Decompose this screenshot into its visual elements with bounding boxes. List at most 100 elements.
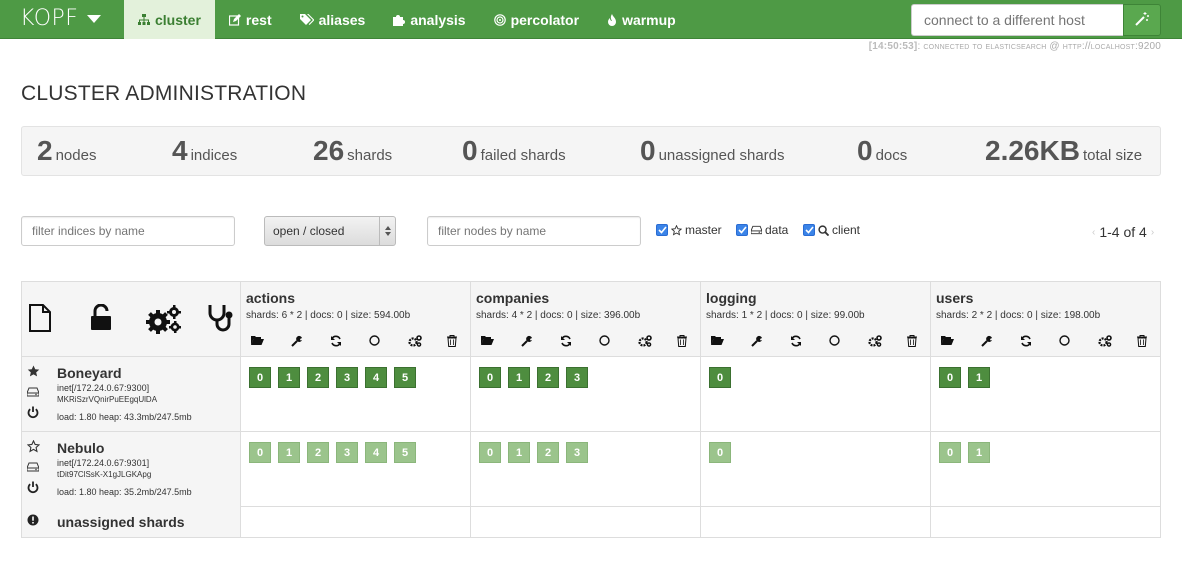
data-checkbox[interactable] (736, 224, 748, 236)
prev-page-icon[interactable]: ‹ (1092, 227, 1095, 238)
unassigned-row: unassigned shards (22, 506, 1160, 537)
refresh-icon[interactable] (790, 335, 802, 347)
cogs-icon[interactable] (408, 335, 422, 347)
node-name[interactable]: Boneyard (57, 365, 122, 381)
index-name[interactable]: logging (706, 290, 757, 306)
index-name[interactable]: companies (476, 290, 549, 306)
stat-unassigned-shards: 0 unassigned shards (640, 135, 785, 166)
circle-icon[interactable] (829, 335, 840, 346)
wrench-icon[interactable] (291, 335, 303, 347)
replica-shard[interactable]: 0 (709, 442, 731, 463)
primary-shard[interactable]: 0 (479, 367, 501, 388)
primary-shard[interactable]: 2 (537, 367, 559, 388)
shard-cell: 0 (701, 357, 931, 431)
host-connect (911, 4, 1161, 36)
tags-icon (299, 13, 314, 26)
host-input[interactable] (911, 4, 1123, 36)
nav-rest[interactable]: rest (215, 0, 286, 39)
unassigned-label-cell: unassigned shards (22, 506, 241, 537)
new-index-icon[interactable] (28, 304, 52, 335)
index-name[interactable]: users (936, 290, 973, 306)
shard-cell: 0 1 2 3 4 5 (241, 357, 471, 431)
node-info: Nebulo inet[/172.24.0.67:9301] tDit97ClS… (22, 432, 241, 506)
unlock-icon[interactable] (90, 303, 114, 335)
index-actions (251, 335, 463, 347)
replica-shard[interactable]: 0 (249, 442, 271, 463)
client-filter[interactable]: client (803, 223, 860, 237)
client-checkbox[interactable] (803, 224, 815, 236)
search-icon (818, 224, 829, 236)
stat-shards: 26 shards (313, 135, 393, 166)
primary-shard[interactable]: 0 (939, 367, 961, 388)
master-filter[interactable]: master (656, 223, 722, 237)
nav-cluster[interactable]: cluster (124, 0, 215, 39)
nav-analysis[interactable]: analysis (379, 0, 479, 39)
nav-percolator[interactable]: percolator (480, 0, 593, 39)
replica-shard[interactable]: 3 (336, 442, 358, 463)
trash-icon[interactable] (447, 335, 457, 347)
cogs-icon[interactable] (1098, 335, 1112, 347)
refresh-icon[interactable] (330, 335, 342, 347)
primary-shard[interactable]: 5 (394, 367, 416, 388)
circle-icon[interactable] (1059, 335, 1070, 346)
open-folder-icon[interactable] (711, 335, 724, 346)
brand-menu[interactable]: KOPF (20, 6, 102, 31)
wrench-icon[interactable] (981, 335, 993, 347)
replica-shard[interactable]: 4 (365, 442, 387, 463)
primary-shard[interactable]: 1 (278, 367, 300, 388)
replica-shard[interactable]: 1 (508, 442, 530, 463)
circle-icon[interactable] (369, 335, 380, 346)
filter-nodes-input[interactable] (427, 216, 641, 246)
replica-shard[interactable]: 3 (566, 442, 588, 463)
connect-button[interactable] (1123, 4, 1161, 36)
next-page-icon[interactable]: › (1151, 227, 1154, 238)
open-folder-icon[interactable] (481, 335, 494, 346)
primary-shard[interactable]: 0 (249, 367, 271, 388)
index-header-actions: actions shards: 6 * 2 | docs: 0 | size: … (241, 282, 471, 357)
settings-gears-icon[interactable] (146, 304, 182, 337)
cogs-icon[interactable] (868, 335, 882, 347)
shard-cell: 0 1 2 3 4 5 (241, 432, 471, 506)
trash-icon[interactable] (907, 335, 917, 347)
trash-icon[interactable] (677, 335, 687, 347)
index-header-companies: companies shards: 4 * 2 | docs: 0 | size… (471, 282, 701, 357)
power-icon[interactable] (27, 406, 39, 419)
master-checkbox[interactable] (656, 224, 668, 236)
stethoscope-icon[interactable] (207, 304, 235, 337)
power-icon[interactable] (27, 481, 39, 494)
refresh-icon[interactable] (1020, 335, 1032, 347)
circle-icon[interactable] (599, 335, 610, 346)
unassigned-cell (241, 506, 471, 537)
data-filter[interactable]: data (736, 223, 788, 237)
open-folder-icon[interactable] (941, 335, 954, 346)
wrench-icon[interactable] (751, 335, 763, 347)
wrench-icon[interactable] (521, 335, 533, 347)
filter-indices-input[interactable] (21, 216, 235, 246)
open-folder-icon[interactable] (251, 335, 264, 346)
replica-shard[interactable]: 0 (479, 442, 501, 463)
index-name[interactable]: actions (246, 290, 295, 306)
nav-aliases[interactable]: aliases (286, 0, 380, 39)
replica-shard[interactable]: 2 (537, 442, 559, 463)
trash-icon[interactable] (1137, 335, 1147, 347)
node-name[interactable]: Nebulo (57, 440, 104, 456)
primary-shard[interactable]: 4 (365, 367, 387, 388)
primary-shard[interactable]: 2 (307, 367, 329, 388)
primary-shard[interactable]: 3 (566, 367, 588, 388)
replica-shard[interactable]: 1 (968, 442, 990, 463)
brand-logo: KOPF (20, 6, 79, 31)
nav-warmup[interactable]: warmup (593, 0, 690, 39)
replica-shard[interactable]: 0 (939, 442, 961, 463)
shard-cell: 0 1 2 3 (471, 432, 701, 506)
primary-shard[interactable]: 1 (968, 367, 990, 388)
cogs-icon[interactable] (638, 335, 652, 347)
primary-shard[interactable]: 0 (709, 367, 731, 388)
replica-shard[interactable]: 2 (307, 442, 329, 463)
replica-shard[interactable]: 1 (278, 442, 300, 463)
hdd-icon (751, 225, 762, 235)
index-state-select[interactable]: open / closed (264, 216, 396, 246)
primary-shard[interactable]: 1 (508, 367, 530, 388)
primary-shard[interactable]: 3 (336, 367, 358, 388)
refresh-icon[interactable] (560, 335, 572, 347)
replica-shard[interactable]: 5 (394, 442, 416, 463)
